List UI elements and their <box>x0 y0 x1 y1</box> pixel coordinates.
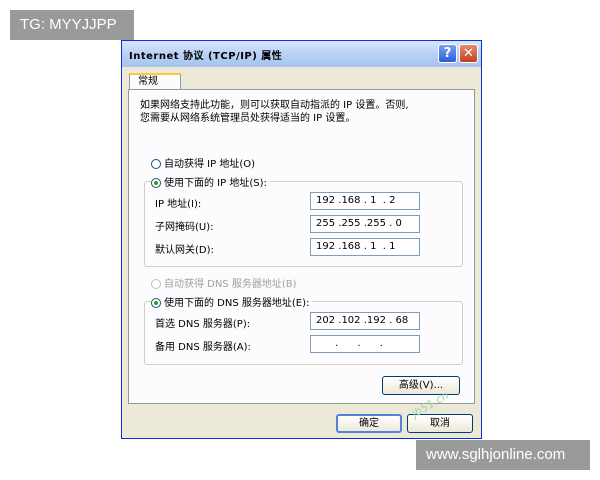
description-text: 如果网络支持此功能，则可以获取自动指派的 IP 设置。否则, 您需要从网络系统管… <box>140 100 409 124</box>
radio-manual-dns-label: 使用下面的 DNS 服务器地址(E): <box>164 298 310 309</box>
close-button[interactable]: ✕ <box>459 44 478 63</box>
radio-auto-dns[interactable]: 自动获得 DNS 服务器地址(B) <box>151 275 297 290</box>
subnet-mask-input[interactable]: 255 .255 .255 . 0 <box>310 215 420 233</box>
alternate-dns-label: 备用 DNS 服务器(A): <box>155 342 251 353</box>
dns-group-box <box>144 301 463 365</box>
preferred-dns-label: 首选 DNS 服务器(P): <box>155 319 251 330</box>
tab-general[interactable]: 常规 <box>129 73 181 90</box>
ip-address-label: IP 地址(I): <box>155 199 202 210</box>
radio-auto-ip-label: 自动获得 IP 地址(O) <box>164 159 256 170</box>
subnet-mask-label: 子网掩码(U): <box>155 222 214 233</box>
radio-auto-ip[interactable]: 自动获得 IP 地址(O) <box>151 155 255 170</box>
alternate-dns-input[interactable]: . . . <box>310 335 420 353</box>
radio-manual-dns[interactable]: 使用下面的 DNS 服务器地址(E): <box>151 294 313 309</box>
radio-auto-dns-label: 自动获得 DNS 服务器地址(B) <box>164 279 297 290</box>
preferred-dns-input[interactable]: 202 .102 .192 . 68 <box>310 312 420 330</box>
help-button[interactable]: ? <box>438 44 457 63</box>
gateway-input[interactable]: 192 .168 . 1 . 1 <box>310 238 420 256</box>
advanced-button[interactable]: 高级(V)... <box>382 376 460 395</box>
tcpip-properties-dialog: Internet 协议 (TCP/IP) 属性 ? ✕ 常规 如果网络支持此功能… <box>121 40 482 439</box>
watermark-tag-bottom: www.sglhjonline.com <box>416 440 590 470</box>
radio-circle-icon <box>151 159 161 169</box>
title-bar[interactable]: Internet 协议 (TCP/IP) 属性 ? ✕ <box>122 41 481 67</box>
radio-circle-icon <box>151 279 161 289</box>
ip-address-input[interactable]: 192 .168 . 1 . 2 <box>310 192 420 210</box>
gateway-label: 默认网关(D): <box>155 245 214 256</box>
watermark-tag-top: TG: MYYJJPP <box>10 10 134 40</box>
radio-manual-ip-label: 使用下面的 IP 地址(S): <box>164 178 267 189</box>
ok-button[interactable]: 确定 <box>336 414 402 433</box>
radio-selected-icon <box>151 298 161 308</box>
window-title: Internet 协议 (TCP/IP) 属性 <box>129 51 283 62</box>
radio-manual-ip[interactable]: 使用下面的 IP 地址(S): <box>151 174 270 189</box>
radio-selected-icon <box>151 178 161 188</box>
